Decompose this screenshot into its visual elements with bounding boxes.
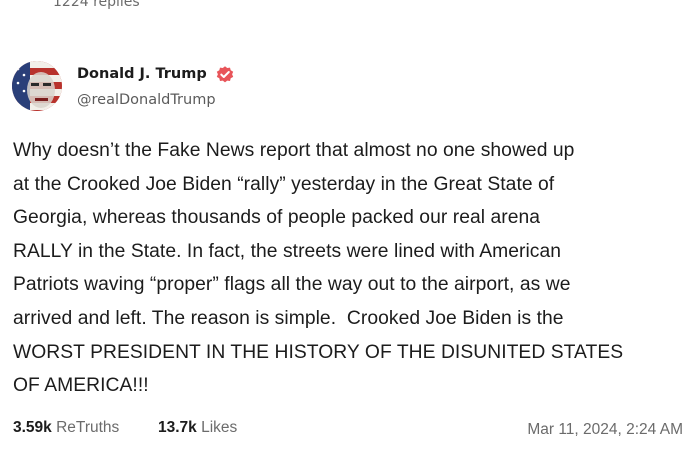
post-header: Donald J. Trump @realDonaldTrump: [12, 61, 672, 113]
author-name[interactable]: Donald J. Trump: [77, 66, 207, 82]
retruths-count: 3.59k: [13, 419, 52, 436]
likes-label: Likes: [201, 419, 238, 436]
author-handle[interactable]: @realDonaldTrump: [77, 92, 216, 108]
likes-count: 13.7k: [158, 419, 197, 436]
avatar[interactable]: [12, 61, 62, 111]
likes-stat[interactable]: 13.7k Likes: [158, 419, 237, 437]
previous-post-replies-count[interactable]: 1224 replies: [53, 0, 140, 10]
post-body-text: Why doesn’t the Fake News report that al…: [13, 140, 624, 397]
retruths-stat[interactable]: 3.59k ReTruths: [13, 419, 119, 437]
verified-badge-icon: [216, 66, 234, 83]
post-stats: 3.59k ReTruths 13.7k Likes Mar 11, 2024,…: [13, 419, 683, 441]
post-timestamp[interactable]: Mar 11, 2024, 2:24 AM: [527, 421, 683, 439]
retruths-label: ReTruths: [56, 419, 120, 436]
